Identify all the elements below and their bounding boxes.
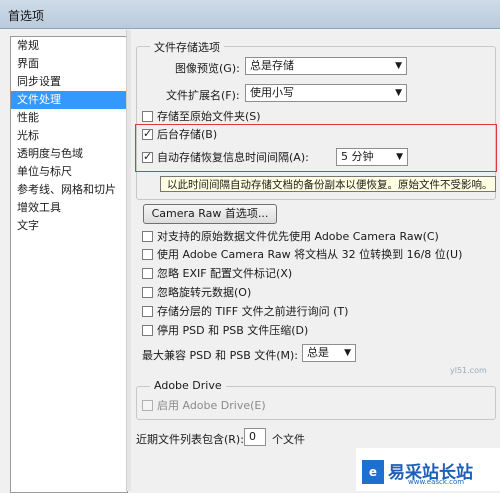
sidebar-item-interface[interactable]: 界面 bbox=[11, 55, 127, 73]
checkbox-box[interactable] bbox=[142, 400, 153, 411]
recent-files-count-input[interactable]: 0 bbox=[244, 428, 266, 446]
watermark-url: www.easck.com bbox=[408, 478, 465, 486]
checkbox-box[interactable] bbox=[142, 231, 153, 242]
checkbox-box[interactable] bbox=[142, 249, 153, 260]
camera-raw-preferences-button[interactable]: Camera Raw 首选项... bbox=[143, 204, 277, 224]
autosave-interval-checkbox[interactable]: 自动存储恢复信息时间间隔(A): bbox=[142, 150, 309, 164]
checkbox-box[interactable] bbox=[142, 268, 153, 279]
ask-before-layered-tiff-checkbox[interactable]: 存储分层的 TIFF 文件之前进行询问 (T) bbox=[142, 305, 348, 318]
file-extension-label: 文件扩展名(F): bbox=[166, 89, 240, 102]
file-save-options-title: 文件存储选项 bbox=[150, 39, 224, 55]
max-compatibility-label: 最大兼容 PSD 和 PSB 文件(M): bbox=[142, 349, 299, 362]
autosave-tooltip: 以此时间间隔自动存储文档的备份副本以便恢复。原始文件不受影响。 bbox=[160, 176, 496, 192]
image-preview-label: 图像预览(G): bbox=[175, 62, 240, 75]
chevron-down-icon: ▼ bbox=[395, 88, 402, 98]
max-compatibility-select[interactable]: 总是 ▼ bbox=[302, 344, 356, 362]
sidebar-item-general[interactable]: 常规 bbox=[11, 37, 127, 55]
prefer-camera-raw-checkbox[interactable]: 对支持的原始数据文件优先使用 Adobe Camera Raw(C) bbox=[142, 230, 439, 243]
enable-adobe-drive-checkbox[interactable]: 启用 Adobe Drive(E) bbox=[142, 399, 266, 412]
disable-psd-compression-checkbox[interactable]: 停用 PSD 和 PSB 文件压缩(D) bbox=[142, 324, 308, 337]
sidebar-item-sync-settings[interactable]: 同步设置 bbox=[11, 73, 127, 91]
sidebar-item-guides-grid-slices[interactable]: 参考线、网格和切片 bbox=[11, 181, 127, 199]
panel-divider bbox=[126, 30, 131, 491]
watermark-logo-icon: e bbox=[362, 460, 384, 484]
save-to-original-folder-checkbox[interactable]: 存储至原始文件夹(S) bbox=[142, 110, 261, 123]
sidebar-item-cursors[interactable]: 光标 bbox=[11, 127, 127, 145]
sidebar-item-plugins[interactable]: 增效工具 bbox=[11, 199, 127, 217]
chevron-down-icon: ▼ bbox=[395, 61, 402, 71]
checkbox-box[interactable] bbox=[142, 111, 153, 122]
preferences-category-list[interactable]: 常规 界面 同步设置 文件处理 性能 光标 透明度与色域 单位与标尺 参考线、网… bbox=[10, 36, 128, 493]
site-watermark: e 易采站长站 www.easck.com bbox=[356, 448, 500, 491]
window-title: 首选项 bbox=[8, 9, 45, 23]
sidebar-item-file-handling[interactable]: 文件处理 bbox=[11, 91, 127, 109]
sidebar-item-performance[interactable]: 性能 bbox=[11, 109, 127, 127]
sidebar-item-type[interactable]: 文字 bbox=[11, 217, 127, 235]
sidebar-item-transparency-gamut[interactable]: 透明度与色域 bbox=[11, 145, 127, 163]
ignore-exif-profile-checkbox[interactable]: 忽略 EXIF 配置文件标记(X) bbox=[142, 267, 292, 280]
camera-raw-32bit-convert-checkbox[interactable]: 使用 Adobe Camera Raw 将文档从 32 位转换到 16/8 位(… bbox=[142, 248, 462, 261]
image-preview-select[interactable]: 总是存储 ▼ bbox=[245, 57, 407, 75]
autosave-interval-select[interactable]: 5 分钟 ▼ bbox=[336, 148, 408, 166]
title-bar: 首选项 bbox=[0, 0, 500, 29]
background-save-checkbox[interactable]: 后台存储(B) bbox=[142, 127, 217, 141]
checkbox-box[interactable] bbox=[142, 287, 153, 298]
checkbox-box[interactable] bbox=[142, 127, 153, 140]
watermark-faint-text: yl51.com bbox=[450, 366, 487, 375]
recent-files-label: 近期文件列表包含(R): bbox=[136, 433, 244, 446]
chevron-down-icon: ▼ bbox=[396, 152, 403, 162]
checkbox-box[interactable] bbox=[142, 306, 153, 317]
chevron-down-icon: ▼ bbox=[344, 348, 351, 358]
adobe-drive-title: Adobe Drive bbox=[150, 379, 226, 392]
ignore-rotation-metadata-checkbox[interactable]: 忽略旋转元数据(O) bbox=[142, 286, 251, 299]
sidebar-item-units-rulers[interactable]: 单位与标尺 bbox=[11, 163, 127, 181]
recent-files-suffix: 个文件 bbox=[272, 433, 305, 446]
checkbox-box[interactable] bbox=[142, 150, 153, 163]
file-extension-select[interactable]: 使用小写 ▼ bbox=[245, 84, 407, 102]
checkbox-box[interactable] bbox=[142, 325, 153, 336]
